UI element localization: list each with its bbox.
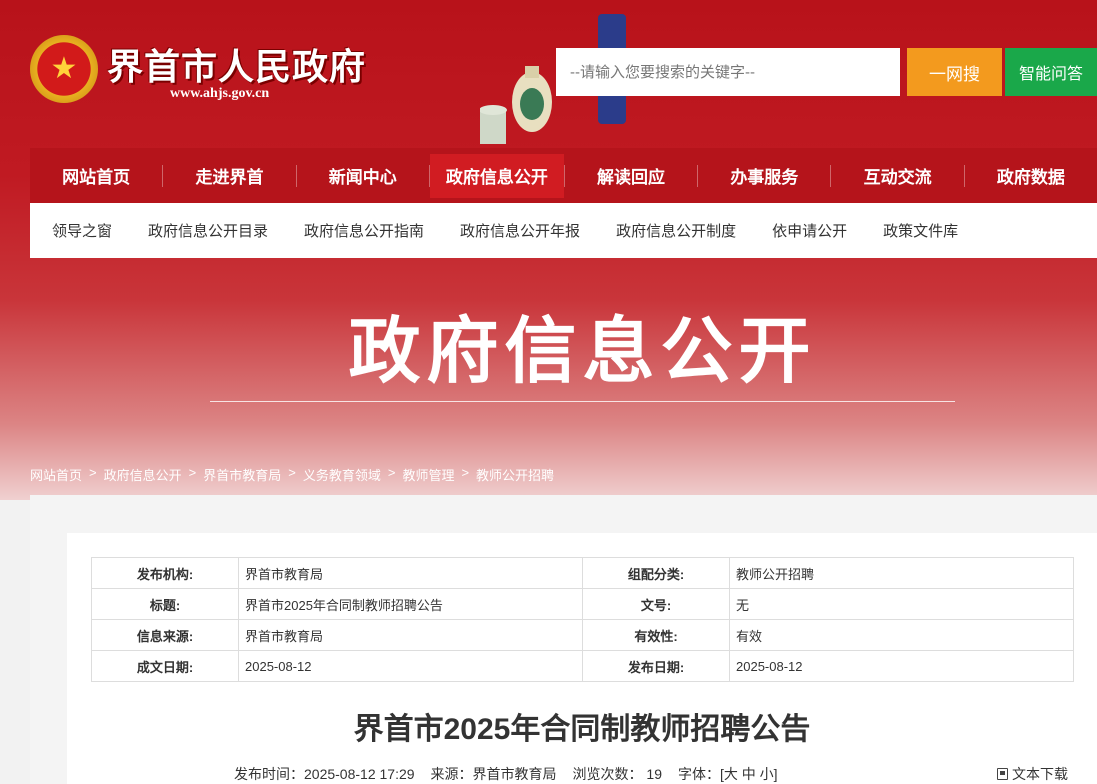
subnav-item-guide[interactable]: 政府信息公开指南 (304, 220, 424, 241)
breadcrumb-separator: > (288, 465, 296, 480)
meta-value: 界首市教育局 (238, 557, 583, 589)
nav-item-interpretation[interactable]: 解读回应 (565, 154, 697, 198)
breadcrumb-item[interactable]: 界首市教育局 (203, 465, 281, 484)
breadcrumb-item[interactable]: 教师公开招聘 (476, 465, 554, 484)
document-source: 来源：界首市教育局 (430, 766, 557, 782)
subnav-item-system[interactable]: 政府信息公开制度 (616, 220, 736, 241)
meta-key: 组配分类: (582, 557, 730, 589)
meta-value: 无 (729, 588, 1074, 620)
table-row: 发布机构: 界首市教育局 组配分类: 教师公开招聘 (91, 557, 1074, 589)
subnav-item-on-request[interactable]: 依申请公开 (772, 220, 847, 241)
subnav-item-annual-report[interactable]: 政府信息公开年报 (460, 220, 580, 241)
meta-key: 文号: (582, 588, 730, 620)
nav-item-news[interactable]: 新闻中心 (297, 154, 429, 198)
meta-key: 有效性: (582, 619, 730, 651)
nav-item-gov-info[interactable]: 政府信息公开 (429, 153, 564, 198)
nav-item-interaction[interactable]: 互动交流 (831, 154, 963, 198)
search-input[interactable] (556, 48, 900, 96)
nav-item-services[interactable]: 办事服务 (698, 154, 830, 198)
meta-key: 发布日期: (582, 650, 730, 682)
breadcrumb-separator: > (387, 465, 396, 480)
smart-qa-button[interactable]: 智能问答 (1005, 48, 1097, 96)
breadcrumb-separator: > (188, 465, 197, 480)
hero-title: 政府信息公开 (348, 309, 817, 393)
breadcrumb-separator: > (89, 465, 97, 480)
subnav-item-leaders[interactable]: 领导之窗 (52, 220, 112, 241)
breadcrumb-item[interactable]: 网站首页 (30, 465, 82, 484)
subnav-item-policy-library[interactable]: 政策文件库 (883, 220, 958, 241)
search-button[interactable]: 一网搜 (907, 48, 1002, 96)
meta-value: 2025-08-12 (238, 650, 583, 682)
document-title: 界首市2025年合同制教师招聘公告 (353, 713, 811, 746)
text-download-button[interactable]: 文本下载 (997, 764, 1068, 784)
meta-value: 界首市2025年合同制教师招聘公告 (238, 588, 583, 620)
publish-time: 发布时间：2025-08-12 17:29 (234, 766, 415, 782)
meta-key: 标题: (91, 588, 239, 620)
hero-divider (210, 401, 955, 402)
meta-key: 发布机构: (91, 557, 239, 589)
nav-item-home[interactable]: 网站首页 (30, 154, 162, 198)
view-count: 浏览次数： 19 (572, 766, 663, 782)
meta-key: 信息来源: (91, 619, 239, 651)
meta-value: 界首市教育局 (238, 619, 583, 651)
nav-item-gov-data[interactable]: 政府数据 (965, 154, 1097, 198)
subnav-item-catalog[interactable]: 政府信息公开目录 (148, 220, 268, 241)
meta-value: 有效 (729, 619, 1074, 651)
breadcrumb: 网站首页 > 政府信息公开 > 界首市教育局 > 义务教育领域 > 教师管理 >… (30, 465, 554, 484)
table-row: 成文日期: 2025-08-12 发布日期: 2025-08-12 (91, 650, 1074, 682)
main-navigation: 网站首页 走进界首 新闻中心 政府信息公开 解读回应 办事服务 互动交流 政府数… (30, 148, 1097, 203)
table-row: 标题: 界首市2025年合同制教师招聘公告 文号: 无 (91, 588, 1074, 620)
meta-value: 教师公开招聘 (729, 557, 1074, 589)
site-title[interactable]: 界首市人民政府 (107, 38, 366, 90)
document-info-bar: 发布时间：2025-08-12 17:29 来源：界首市教育局 浏览次数： 19… (234, 764, 778, 784)
site-url: www.ahjs.gov.cn (170, 86, 270, 101)
font-size-selector[interactable]: 字体：[大 中 小] (678, 764, 778, 784)
meta-value: 2025-08-12 (729, 650, 1074, 682)
save-icon (997, 768, 1008, 780)
table-row: 信息来源: 界首市教育局 有效性: 有效 (91, 619, 1074, 651)
meta-key: 成文日期: (91, 650, 239, 682)
document-meta-table: 发布机构: 界首市教育局 组配分类: 教师公开招聘 标题: 界首市2025年合同… (91, 557, 1074, 682)
national-emblem-icon: ★ (30, 35, 98, 103)
sub-navigation: 领导之窗 政府信息公开目录 政府信息公开指南 政府信息公开年报 政府信息公开制度… (30, 203, 1097, 258)
breadcrumb-separator: > (461, 465, 470, 480)
breadcrumb-item[interactable]: 教师管理 (402, 465, 454, 484)
download-label: 文本下载 (1012, 766, 1068, 782)
vase-decoration-icon (480, 66, 552, 144)
breadcrumb-item[interactable]: 政府信息公开 (104, 465, 182, 484)
breadcrumb-item[interactable]: 义务教育领域 (303, 465, 381, 484)
nav-item-about[interactable]: 走进界首 (163, 154, 295, 198)
site-header: ★ 界首市人民政府 www.ahjs.gov.cn 一网搜 智能问答 (0, 0, 1097, 148)
